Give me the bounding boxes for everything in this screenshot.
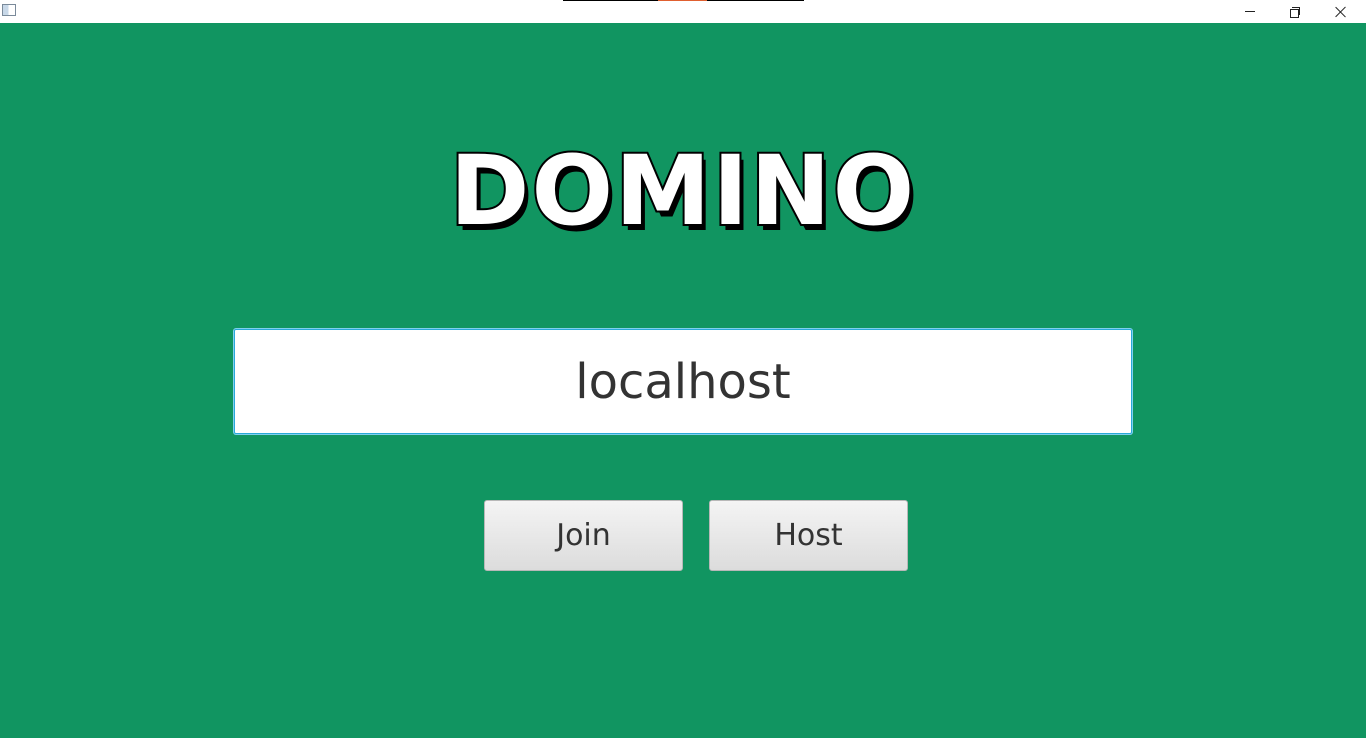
main-panel: DOMINO Join Host — [0, 23, 1366, 738]
window-titlebar[interactable] — [0, 0, 1366, 23]
maximize-button[interactable] — [1272, 0, 1318, 23]
minimize-icon — [1245, 11, 1255, 12]
restore-icon — [1290, 6, 1300, 18]
host-button[interactable]: Host — [709, 500, 908, 571]
close-icon — [1335, 6, 1347, 18]
server-address-input[interactable] — [234, 329, 1132, 434]
title-accent-highlight — [658, 0, 707, 1]
close-button[interactable] — [1318, 0, 1364, 23]
minimize-button[interactable] — [1227, 0, 1273, 23]
join-button[interactable]: Join — [484, 500, 683, 571]
app-icon — [2, 4, 16, 16]
game-logo: DOMINO — [448, 135, 917, 247]
